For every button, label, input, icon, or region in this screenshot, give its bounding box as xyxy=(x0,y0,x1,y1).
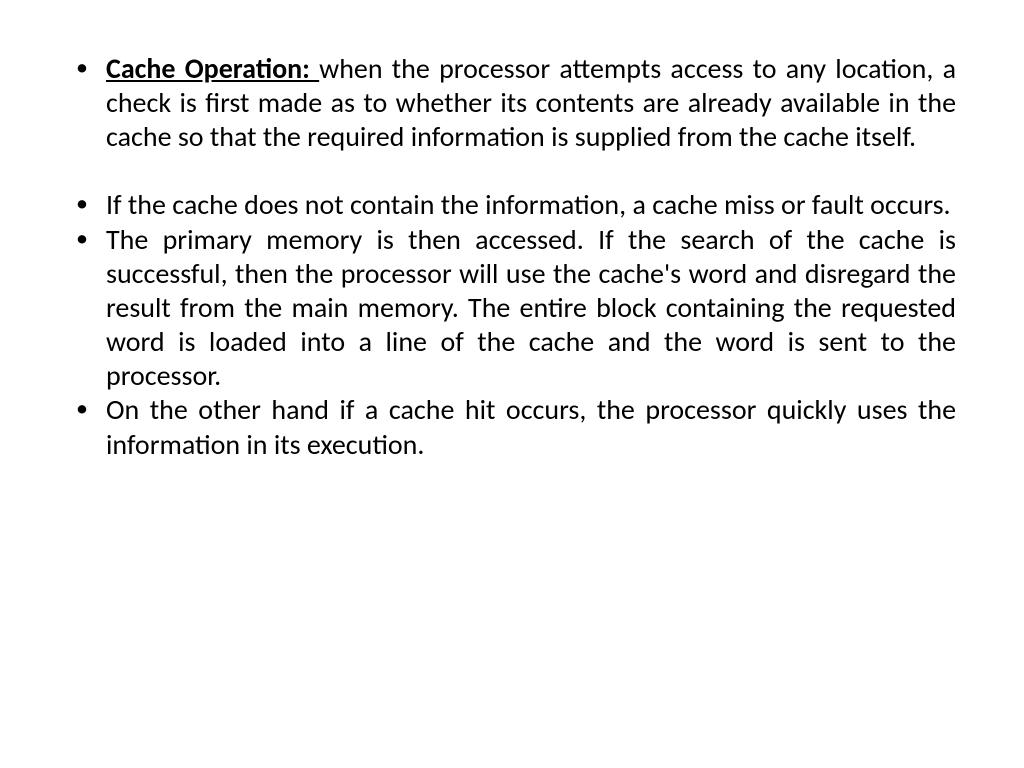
bullet-list: Cache Operation: when the processor atte… xyxy=(68,52,956,462)
slide: Cache Operation: when the processor atte… xyxy=(0,0,1024,768)
bullet-text: On the other hand if a cache hit occurs,… xyxy=(106,392,956,461)
bullet-item: Cache Operation: when the processor atte… xyxy=(68,52,956,154)
bullet-item: On the other hand if a cache hit occurs,… xyxy=(68,393,956,461)
bullet-text: The primary memory is then accessed. If … xyxy=(106,222,956,394)
bullet-text: If the cache does not contain the inform… xyxy=(106,187,951,222)
bullet-item: If the cache does not contain the inform… xyxy=(68,188,956,222)
paragraph-gap xyxy=(68,154,956,188)
bullet-item: The primary memory is then accessed. If … xyxy=(68,223,956,394)
bullet-lead: Cache Operation: xyxy=(106,51,319,86)
